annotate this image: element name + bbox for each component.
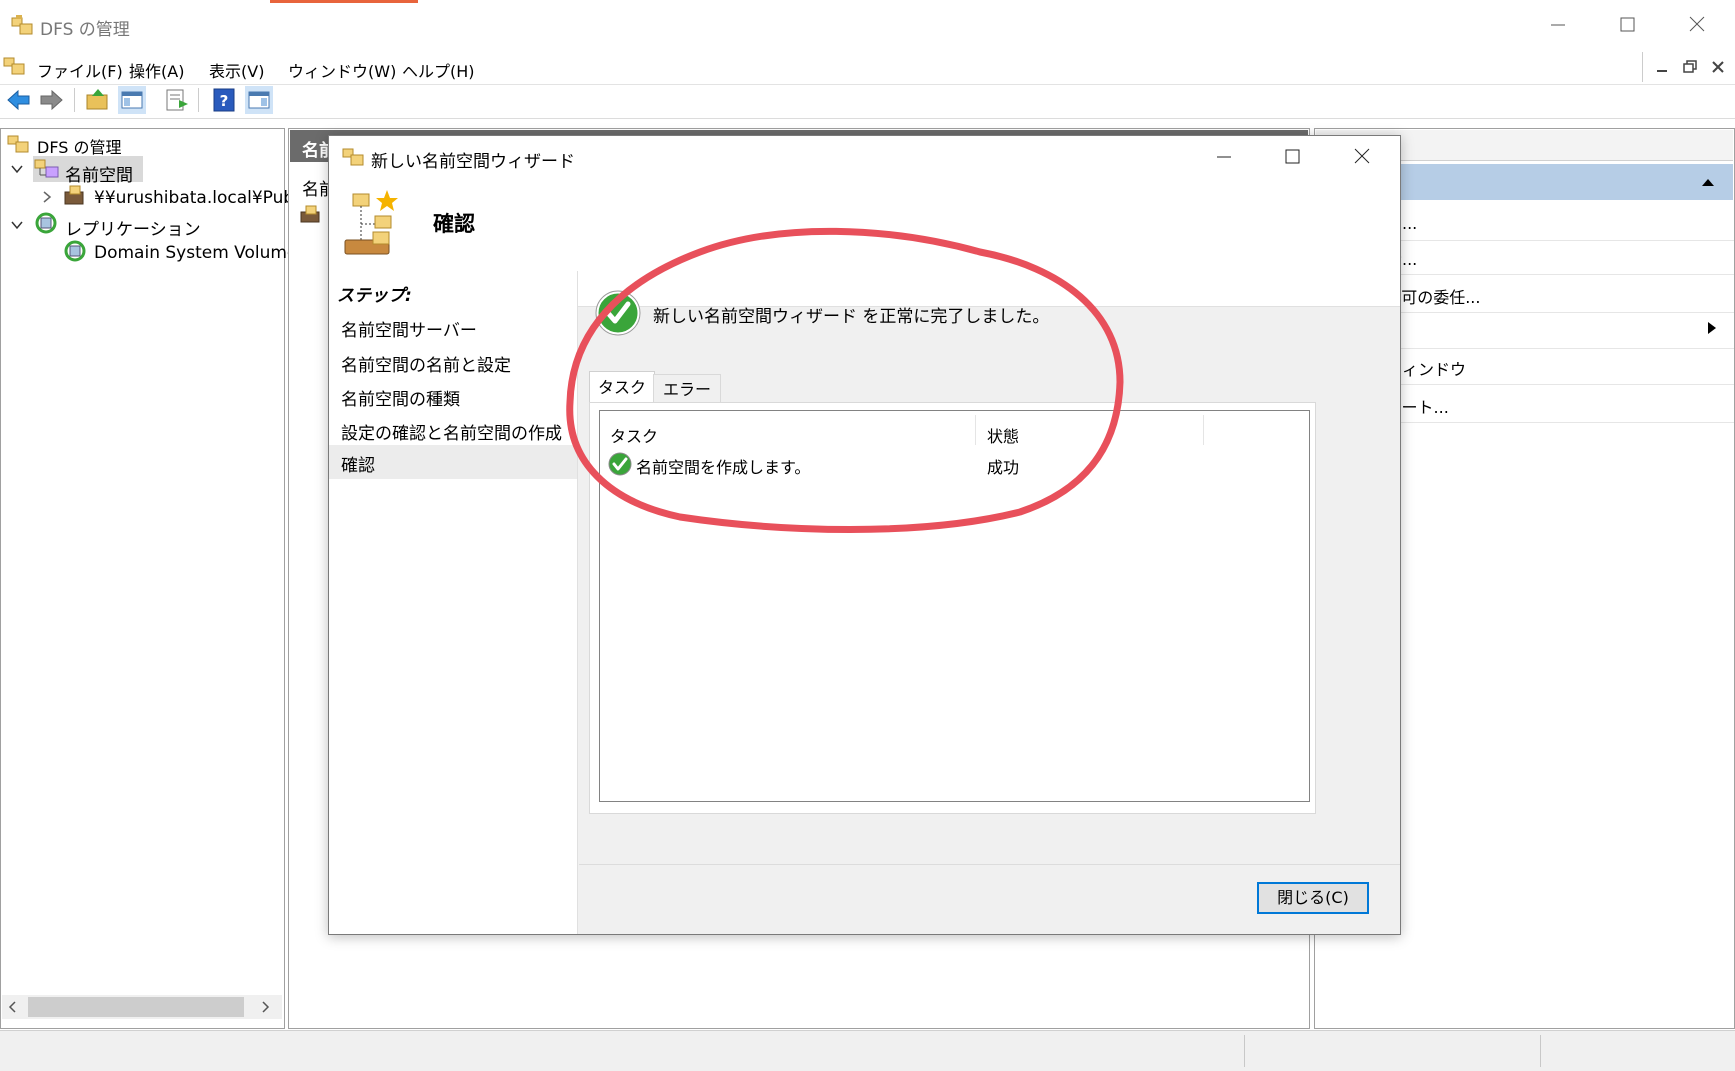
dialog-title: 新しい名前空間ウィザード [371, 152, 575, 172]
toolbar-separator [198, 88, 199, 112]
row-status: 成功 [987, 458, 1020, 477]
row-task: 名前空間を作成します。 [636, 458, 811, 477]
menu-window[interactable]: ウィンドウ(W) [288, 58, 396, 82]
namespace-wizard-icon [343, 188, 403, 260]
dialog-minimize-button[interactable] [1209, 144, 1239, 170]
success-check-icon [595, 290, 641, 336]
up-folder-icon[interactable] [84, 86, 112, 114]
namespace-item-icon [62, 184, 88, 208]
help-icon[interactable]: ? [210, 86, 238, 114]
steps-label: ステップ: [337, 286, 412, 306]
new-namespace-wizard-dialog: 新しい名前空間ウィザード 確認 ステップ: 名前空間サーバー 名前空間の名前と設… [328, 135, 1401, 935]
close-button[interactable]: 閉じる(C) [1257, 882, 1369, 914]
show-hide-action-pane-icon[interactable] [245, 86, 273, 114]
minimize-button[interactable] [1543, 12, 1573, 38]
tree-replication-item[interactable]: Domain System Volume [94, 243, 297, 263]
task-list: タスク 状態 名前空間を作成します。 成功 [599, 410, 1310, 802]
dialog-maximize-button[interactable] [1277, 144, 1307, 170]
success-message: 新しい名前空間ウィザード を正常に完了しました。 [653, 307, 1050, 327]
collapse-up-icon[interactable] [1700, 175, 1716, 189]
row-success-icon [608, 452, 632, 476]
dfs-root-icon [6, 132, 30, 154]
tab-task[interactable]: タスク [589, 371, 655, 404]
mmc-icon[interactable] [2, 54, 26, 76]
tree-namespace-item[interactable]: ¥¥urushibata.local¥Publ [94, 188, 299, 208]
svg-text:?: ? [220, 92, 229, 110]
menu-action[interactable]: 操作(A) [129, 58, 184, 82]
scroll-left-icon[interactable] [6, 999, 20, 1015]
scrollbar-thumb[interactable] [28, 997, 244, 1017]
menu-file[interactable]: ファイル(F) [37, 58, 123, 82]
tree-replication[interactable]: レプリケーション [65, 215, 201, 240]
replication-icon [33, 211, 59, 235]
show-hide-console-tree-icon[interactable] [118, 86, 146, 114]
menu-help[interactable]: ヘルプ(H) [402, 58, 475, 82]
step-namespace-type: 名前空間の種類 [341, 390, 460, 410]
step-namespace-server: 名前空間サーバー [341, 321, 477, 341]
column-header-status[interactable]: 状態 [987, 423, 1019, 447]
child-window-controls [1642, 52, 1735, 82]
wizard-icon [341, 145, 365, 167]
console-tree-pane [0, 128, 285, 1029]
chevron-down-icon[interactable] [10, 162, 24, 176]
back-arrow-icon[interactable] [4, 86, 32, 114]
dialog-close-button[interactable] [1347, 144, 1377, 170]
status-divider [1540, 1035, 1541, 1067]
menu-view[interactable]: 表示(V) [209, 58, 264, 82]
export-list-icon[interactable] [163, 86, 191, 114]
step-review-create: 設定の確認と名前空間の作成 [341, 424, 562, 444]
tab-error[interactable]: エラー [653, 374, 721, 404]
dfs-management-icon [10, 14, 34, 36]
taskbar-highlight [270, 0, 418, 3]
window-title: DFS の管理 [40, 20, 130, 40]
namespace-row-icon [298, 204, 324, 226]
column-header-task[interactable]: タスク [610, 423, 658, 447]
tree-namespaces[interactable]: 名前空間 [65, 161, 133, 186]
status-divider [1244, 1035, 1245, 1067]
close-window-button[interactable] [1682, 12, 1712, 38]
replication-group-icon [62, 239, 88, 263]
column-divider [975, 415, 976, 445]
child-minimize-button[interactable] [1651, 56, 1673, 78]
chevron-down-icon[interactable] [10, 218, 24, 232]
status-bar [0, 1030, 1735, 1071]
namespaces-icon [34, 157, 60, 181]
tree-root[interactable]: DFS の管理 [37, 134, 122, 158]
footer-divider [579, 864, 1400, 865]
column-divider [1203, 415, 1204, 445]
child-restore-button[interactable] [1679, 56, 1701, 78]
forward-arrow-icon[interactable] [38, 86, 66, 114]
chevron-right-icon[interactable] [40, 190, 54, 204]
dialog-titlebar: 新しい名前空間ウィザード [329, 136, 1400, 176]
toolbar-separator [74, 88, 75, 112]
scroll-right-icon[interactable] [258, 999, 272, 1015]
child-close-button[interactable] [1707, 56, 1729, 78]
window-titlebar: DFS の管理 [0, 0, 1735, 50]
step-namespace-name: 名前空間の名前と設定 [341, 356, 511, 376]
maximize-button[interactable] [1612, 12, 1642, 38]
submenu-arrow-icon[interactable] [1706, 320, 1718, 336]
wizard-steps-panel: ステップ: 名前空間サーバー 名前空間の名前と設定 名前空間の種類 設定の確認と… [329, 271, 578, 934]
table-row[interactable]: 名前空間を作成します。 成功 [608, 449, 1298, 479]
step-confirmation: 確認 [341, 456, 375, 476]
dialog-heading: 確認 [433, 212, 475, 236]
